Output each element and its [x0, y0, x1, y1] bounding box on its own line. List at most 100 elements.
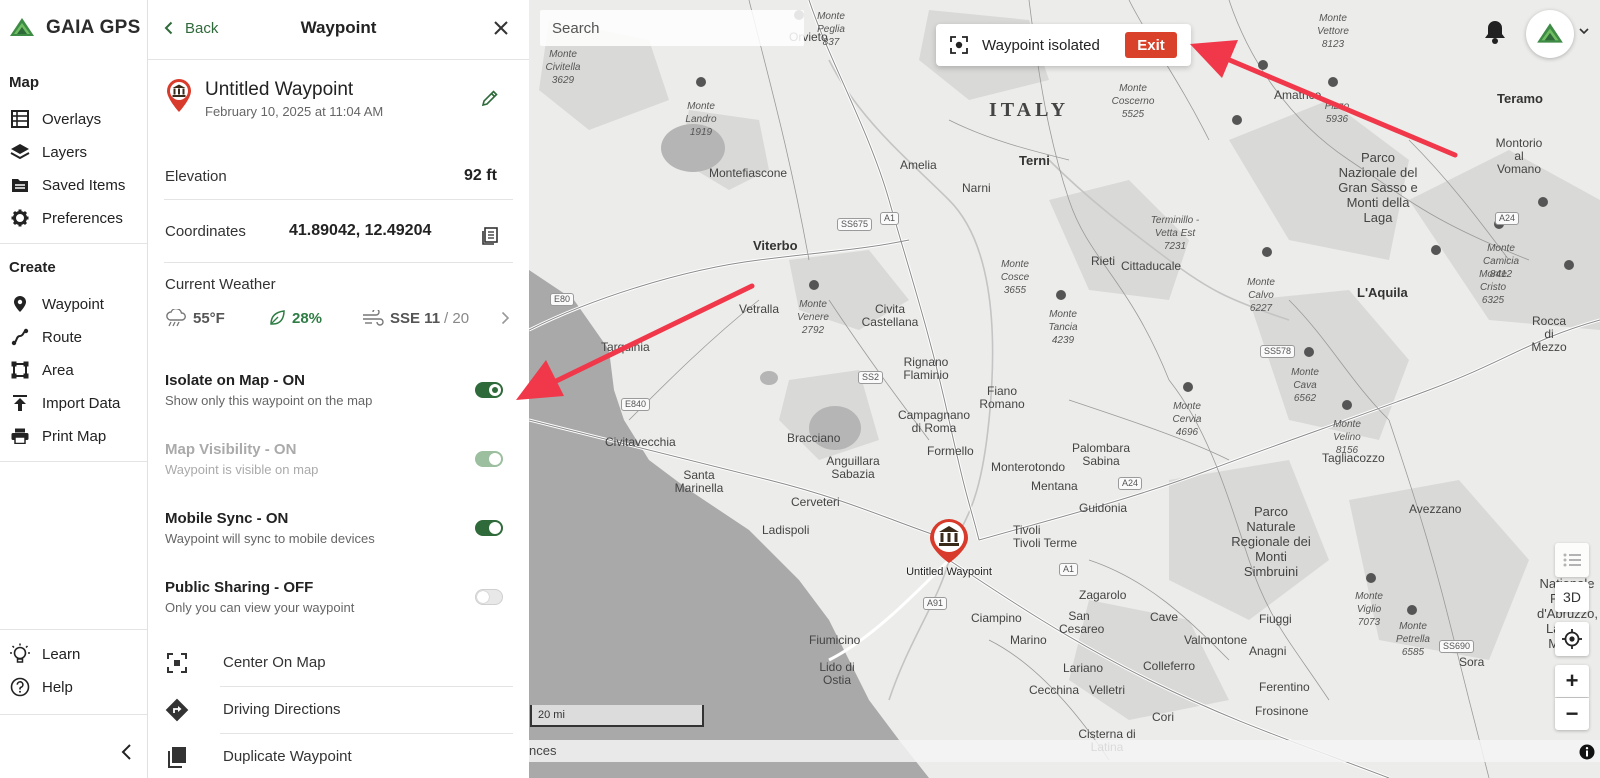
- road-shield: SS690: [1439, 640, 1475, 653]
- info-icon[interactable]: [1579, 744, 1595, 760]
- map-search[interactable]: [540, 10, 804, 46]
- nav-item-label: Waypoint: [42, 295, 104, 313]
- brand[interactable]: GAIA GPS: [8, 16, 141, 40]
- coordinates-value[interactable]: 41.89042, 12.49204: [289, 222, 431, 240]
- map-peak-label: Monte Camicia 8412: [1482, 243, 1520, 280]
- duplicate-icon: [164, 744, 190, 770]
- edit-waypoint-button[interactable]: [478, 86, 502, 110]
- nav-item-overlays[interactable]: Overlays: [9, 106, 141, 132]
- nav-item-learn[interactable]: Learn: [9, 641, 141, 667]
- duplicate-waypoint-action[interactable]: Duplicate Waypoint: [164, 734, 513, 778]
- chevron-left-icon: [121, 744, 131, 760]
- wind-icon: [363, 310, 384, 326]
- nav-item-import-data[interactable]: Import Data: [9, 390, 141, 416]
- driving-directions-action[interactable]: Driving Directions: [164, 687, 513, 734]
- chevron-right-icon: [501, 311, 510, 325]
- center-on-map-action[interactable]: Center On Map: [164, 640, 513, 687]
- map-city-label: Viterbo: [753, 238, 798, 253]
- weather-humidity: 28%: [268, 309, 322, 327]
- map-town-label: Valmontone: [1184, 633, 1248, 647]
- elevation-label: Elevation: [165, 168, 227, 185]
- road-shield: A1: [880, 212, 900, 225]
- bell-icon[interactable]: [1483, 19, 1507, 45]
- wind-value: SSE 11: [390, 309, 441, 327]
- gear-icon: [9, 207, 31, 229]
- back-button[interactable]: Back: [164, 16, 218, 40]
- saved-items-icon: [9, 174, 31, 196]
- nav-item-waypoint[interactable]: Waypoint: [9, 291, 141, 317]
- printer-icon: [9, 425, 31, 447]
- nav-divider: [0, 243, 148, 244]
- map-town-label: Formello: [927, 444, 974, 458]
- map-town-label: Tarquinia: [601, 340, 650, 354]
- map-town-label: Civita Castellana: [861, 302, 919, 329]
- exit-isolation-button[interactable]: Exit: [1125, 32, 1177, 58]
- zoom-out-button[interactable]: −: [1555, 698, 1589, 730]
- map-peak-label: Monte Civitella 3629: [545, 49, 581, 86]
- nav-item-area[interactable]: Area: [9, 357, 141, 383]
- scale-bar: 20 mi: [530, 705, 704, 727]
- scale-label: 20 mi: [538, 709, 565, 721]
- map-town-label: Amelia: [900, 158, 937, 172]
- map-visibility-title: Map Visibility - ON: [165, 441, 297, 458]
- map-town-label: Amatrice: [1274, 88, 1322, 102]
- road-shield: E80: [550, 293, 575, 306]
- map-town-label: Ladispoli: [762, 523, 810, 537]
- collapse-nav-button[interactable]: [114, 740, 138, 764]
- waypoint-panel: Back Waypoint Untitled Waypoint February…: [148, 0, 529, 778]
- nav-item-saved-items[interactable]: Saved Items: [9, 172, 141, 198]
- route-icon: [9, 326, 31, 348]
- legend-button[interactable]: [1555, 543, 1589, 577]
- weather-wind: SSE 11 / 20: [362, 310, 469, 327]
- chevron-down-icon[interactable]: [1578, 25, 1590, 37]
- map-town-label: Montorio al Vomano: [1495, 136, 1543, 176]
- map-visibility-toggle[interactable]: [475, 451, 503, 467]
- elevation-value: 92 ft: [464, 167, 497, 184]
- area-icon: [9, 359, 31, 381]
- nav-item-layers[interactable]: Layers: [9, 139, 141, 165]
- 3d-toggle-button[interactable]: 3D: [1555, 582, 1589, 612]
- zoom-in-button[interactable]: +: [1555, 665, 1589, 697]
- map-town-label: San Cesareo: [1059, 609, 1105, 636]
- map-peak-label: Monte Cava 6562: [1291, 367, 1319, 404]
- public-sharing-subtitle: Only you can view your waypoint: [165, 600, 355, 615]
- map-town-label: Cerveteri: [791, 495, 840, 509]
- map-town-label: Anagni: [1249, 644, 1287, 658]
- map-town-label: Bracciano: [787, 431, 841, 445]
- mobile-sync-subtitle: Waypoint will sync to mobile devices: [165, 531, 375, 546]
- map-town-label: Narni: [962, 181, 991, 195]
- copy-coordinates-button[interactable]: [478, 224, 502, 248]
- road-shield: A91: [923, 597, 948, 610]
- search-input[interactable]: [540, 10, 804, 46]
- brand-name: GAIA GPS: [46, 17, 141, 38]
- overlays-icon: [9, 108, 31, 130]
- nav-item-route[interactable]: Route: [9, 324, 141, 350]
- map-peak-label: Monte Cervia 4696: [1172, 401, 1202, 438]
- locate-me-button[interactable]: [1555, 622, 1589, 656]
- lightbulb-icon: [9, 643, 31, 665]
- weather-summary[interactable]: 55°F 28% SSE 11 / 20: [165, 306, 510, 330]
- road-shield: A24: [1118, 477, 1143, 490]
- map-town-label: Rocca di Mezzo: [1531, 314, 1567, 354]
- nav-item-help[interactable]: Help: [9, 674, 141, 700]
- weather-label: Current Weather: [165, 276, 276, 293]
- map-park-label: Parco Nazionale del Gran Sasso e Monti d…: [1338, 150, 1418, 225]
- map-town-label: Lido di Ostia: [819, 660, 855, 687]
- public-sharing-toggle[interactable]: [475, 589, 503, 605]
- isolate-on-map-toggle[interactable]: [475, 382, 503, 398]
- waypoint-pin-icon: [9, 293, 31, 315]
- map-town-label: Monterotondo: [991, 460, 1066, 474]
- map-town-label: Fiumicino: [809, 633, 861, 647]
- mobile-sync-toggle[interactable]: [475, 520, 503, 536]
- map-town-label: Tivoli Terme: [1013, 536, 1078, 550]
- isolate-on-map-title: Isolate on Map - ON: [165, 372, 306, 389]
- map-view[interactable]: ITALY Terni Viterbo L'Aquila Teramo Orvi…: [529, 0, 1600, 778]
- map-town-label: Cave: [1150, 610, 1179, 624]
- map-waypoint-marker[interactable]: [929, 518, 969, 564]
- account-avatar[interactable]: [1526, 10, 1574, 58]
- map-peak-label: Terminillo - Vetta Est 7231: [1150, 215, 1200, 252]
- nav-item-preferences[interactable]: Preferences: [9, 205, 141, 231]
- nav-item-print-map[interactable]: Print Map: [9, 423, 141, 449]
- action-label: Driving Directions: [223, 701, 341, 718]
- close-button[interactable]: [489, 16, 513, 40]
